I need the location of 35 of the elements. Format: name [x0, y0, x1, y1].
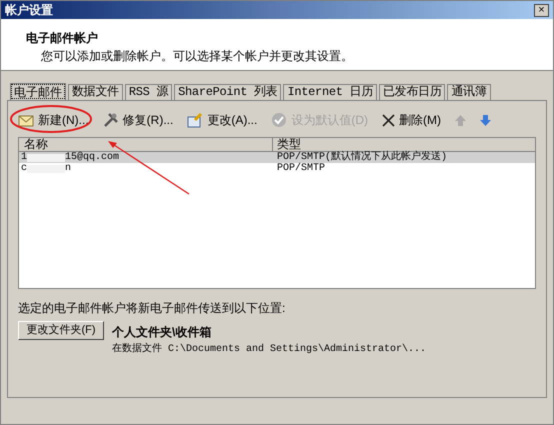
toolbar-button[interactable]: 更改(A)...	[187, 111, 258, 129]
account-row[interactable]: c n POP/SMTP	[19, 163, 535, 174]
delivery-label: 选定的电子邮件帐户将新电子邮件传送到以下位置:	[18, 300, 286, 317]
window-title: 帐户设置	[5, 2, 53, 19]
tools-icon	[102, 112, 119, 128]
change-folder-button[interactable]: 更改文件夹(F)	[18, 321, 104, 340]
table-cell: n	[65, 163, 72, 174]
tab[interactable]: SharePoint 列表	[174, 84, 282, 100]
up-arrow-icon[interactable]	[455, 114, 466, 126]
tab[interactable]: 已发布日历	[378, 84, 446, 100]
table-cell: 1	[21, 152, 28, 163]
data-file-path: 在数据文件 C:\Documents and Settings\Administrator\...	[112, 342, 426, 357]
table-cell-text: POP/SMTP	[276, 163, 326, 174]
tab[interactable]: 电子邮件	[10, 83, 66, 100]
table-cell: 15@qq.com	[65, 152, 120, 163]
envelope-icon	[18, 113, 34, 127]
redaction-blur	[27, 164, 66, 172]
tab[interactable]: 数据文件	[68, 84, 123, 100]
toolbar-button[interactable]: 删除(M)	[382, 111, 442, 129]
card-edit-icon	[187, 112, 204, 128]
header-description: 您可以添加或删除帐户。可以选择某个帐户并更改其设置。	[40, 48, 354, 65]
header-title: 电子邮件帐户	[26, 30, 99, 47]
redaction-blur	[27, 154, 66, 162]
close-button[interactable]: ×	[534, 4, 549, 16]
tab[interactable]: RSS 源	[124, 84, 172, 100]
toolbar-button[interactable]: 修复(R)...	[102, 111, 174, 129]
tab[interactable]: 通讯簿	[447, 84, 491, 100]
delete-icon	[382, 114, 396, 126]
check-circle-icon	[271, 112, 288, 128]
tab[interactable]: Internet 日历	[283, 84, 377, 100]
down-arrow-icon[interactable]	[480, 114, 492, 126]
table-cell-text: POP/SMTP(默认情况下从此帐户发送)	[276, 152, 448, 163]
folder-name: 个人文件夹\收件箱	[112, 324, 212, 341]
account-row[interactable]: 1 15@qq.com POP/SMTP(默认情况下从此帐户发送)	[19, 152, 535, 163]
table-cell: c	[21, 163, 28, 174]
